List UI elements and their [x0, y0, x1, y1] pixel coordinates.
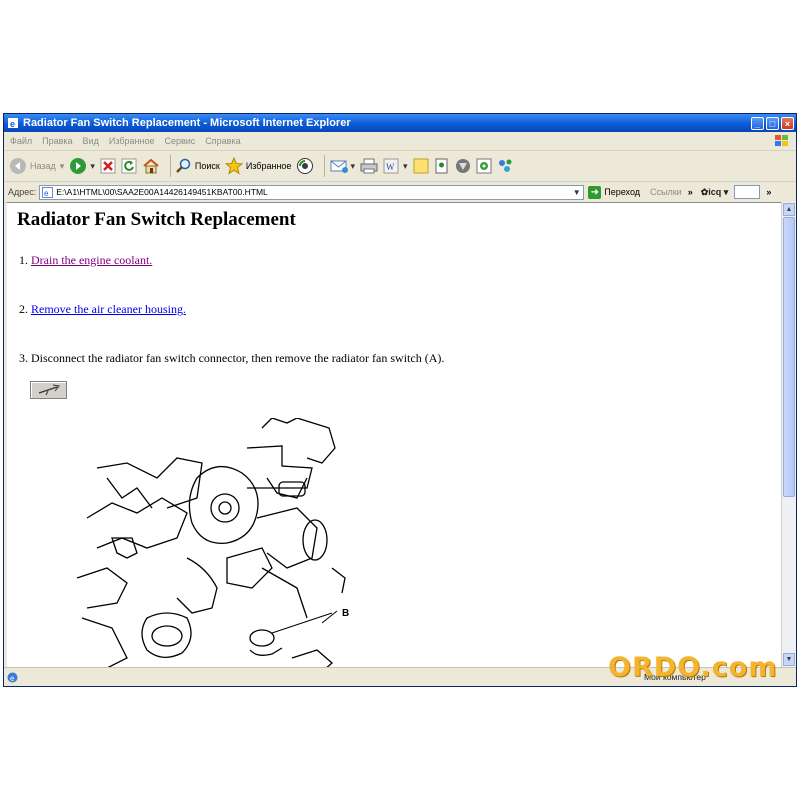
print-button[interactable]	[360, 158, 378, 174]
edit-dropdown-icon[interactable]: ▾	[403, 161, 408, 172]
address-bar: Адрес: e E:\A1\HTML\00\SAA2E00A144261494…	[4, 182, 796, 203]
page-icon: e	[42, 186, 54, 198]
home-button[interactable]	[142, 158, 160, 174]
search-label: Поиск	[194, 161, 220, 171]
toolbar-chevron-icon[interactable]: »	[766, 187, 771, 197]
scroll-up-icon[interactable]: ▲	[783, 203, 795, 216]
print-icon	[360, 158, 378, 174]
menu-bar: Файл Правка Вид Избранное Сервис Справка	[4, 132, 796, 151]
home-icon	[143, 158, 159, 174]
ie-page-icon: e	[8, 118, 18, 129]
step-number: 3.	[19, 351, 28, 365]
address-dropdown-icon[interactable]: ▼	[570, 186, 583, 199]
vertical-scrollbar[interactable]: ▲ ▼	[781, 202, 796, 667]
svg-text:e: e	[10, 674, 15, 683]
mail-dropdown-icon[interactable]: ▾	[350, 161, 355, 172]
menu-tools[interactable]: Сервис	[164, 136, 195, 146]
tool-button-a[interactable]	[476, 158, 492, 174]
back-label: Назад	[30, 161, 56, 171]
window-title: Radiator Fan Switch Replacement - Micros…	[23, 117, 351, 129]
refresh-button[interactable]	[121, 158, 137, 174]
title-bar: e Radiator Fan Switch Replacement - Micr…	[4, 114, 796, 132]
step-1: 1. Drain the engine coolant.	[19, 253, 152, 268]
discuss-button[interactable]	[413, 158, 429, 174]
back-arrow-icon	[10, 158, 26, 174]
menu-file[interactable]: Файл	[10, 136, 32, 146]
remove-air-cleaner-link[interactable]: Remove the air cleaner housing.	[31, 302, 186, 316]
forward-arrow-icon	[70, 158, 87, 174]
step-number: 1.	[19, 253, 28, 267]
minimize-button[interactable]: _	[751, 116, 764, 130]
svg-text:e: e	[10, 119, 15, 129]
research-button[interactable]	[455, 158, 471, 174]
links-label[interactable]: Ссылки	[650, 187, 682, 197]
discuss-note-icon	[413, 158, 428, 174]
word-edit-icon: W	[383, 158, 399, 174]
standard-toolbar: Назад ▾ ▾ Поиск Избранное ▾ W ▾	[4, 151, 796, 182]
go-button[interactable]: ➜ Переход	[588, 185, 641, 199]
mail-button[interactable]: ▾	[330, 158, 355, 174]
step-3: 3. Disconnect the radiator fan switch co…	[19, 351, 444, 366]
browser-window: e Radiator Fan Switch Replacement - Micr…	[3, 113, 797, 687]
icq-search-input[interactable]	[734, 185, 761, 199]
diagram-label-b: B	[342, 608, 349, 619]
favorites-button[interactable]: Избранное	[224, 157, 292, 175]
svg-text:W: W	[386, 162, 395, 172]
photo-button[interactable]	[30, 381, 67, 399]
media-button[interactable]	[296, 157, 314, 175]
engine-diagram: B	[76, 418, 349, 668]
menu-edit[interactable]: Правка	[42, 136, 72, 146]
step-number: 2.	[19, 302, 28, 316]
page-title: Radiator Fan Switch Replacement	[17, 209, 296, 230]
scroll-down-icon[interactable]: ▼	[783, 653, 795, 666]
media-icon	[297, 158, 314, 174]
gear-flower-icon	[476, 158, 491, 174]
menu-view[interactable]: Вид	[83, 136, 99, 146]
icq-label: icq	[708, 186, 722, 197]
toolbar-separator	[324, 155, 326, 177]
step-text: Disconnect the radiator fan switch conne…	[31, 351, 445, 365]
back-button[interactable]: Назад ▾	[9, 157, 64, 175]
search-button[interactable]: Поиск	[175, 158, 220, 174]
edit-button[interactable]: W ▾	[383, 158, 408, 174]
research-icon	[455, 159, 470, 173]
step-2: 2. Remove the air cleaner housing.	[19, 302, 186, 317]
search-icon	[175, 158, 191, 173]
page-content: Radiator Fan Switch Replacement 1. Drain…	[7, 202, 781, 668]
mail-icon	[330, 160, 349, 173]
back-dropdown-icon[interactable]: ▾	[60, 161, 65, 172]
tool-pen-icon	[38, 384, 60, 396]
tool-button-b[interactable]	[497, 158, 515, 174]
status-ie-icon: e	[7, 672, 18, 683]
go-label: Переход	[604, 187, 641, 197]
menu-help[interactable]: Справка	[205, 136, 240, 146]
stop-button[interactable]	[100, 158, 116, 174]
forward-button[interactable]: ▾	[69, 157, 95, 175]
forward-dropdown-icon[interactable]: ▾	[90, 161, 95, 172]
messenger-icon	[435, 158, 447, 174]
scroll-thumb[interactable]	[783, 217, 795, 497]
windows-logo-icon	[775, 135, 788, 146]
address-url: E:\A1\HTML\00\SAA2E00A14426149451KBAT00.…	[56, 187, 268, 197]
network-icon	[498, 159, 511, 172]
messenger-button[interactable]	[434, 158, 450, 174]
watermark-logo: ORDO.com	[608, 652, 778, 683]
drain-coolant-link[interactable]: Drain the engine coolant.	[31, 253, 152, 267]
refresh-icon	[121, 158, 137, 174]
toolbar-separator	[169, 155, 171, 177]
address-input[interactable]: e E:\A1\HTML\00\SAA2E00A14426149451KBAT0…	[39, 184, 585, 200]
icq-button[interactable]: ✿icq ▾	[701, 187, 729, 198]
favorites-star-icon	[224, 157, 243, 175]
favorites-label: Избранное	[245, 161, 292, 171]
menu-favorites[interactable]: Избранное	[109, 136, 155, 146]
svg-text:e: e	[44, 189, 49, 198]
stop-icon	[100, 158, 116, 174]
go-arrow-icon: ➜	[588, 185, 602, 199]
close-button[interactable]: ×	[781, 116, 794, 130]
links-chevron-icon[interactable]: »	[688, 187, 693, 197]
maximize-button[interactable]: □	[766, 116, 779, 130]
address-label: Адрес:	[8, 187, 37, 197]
